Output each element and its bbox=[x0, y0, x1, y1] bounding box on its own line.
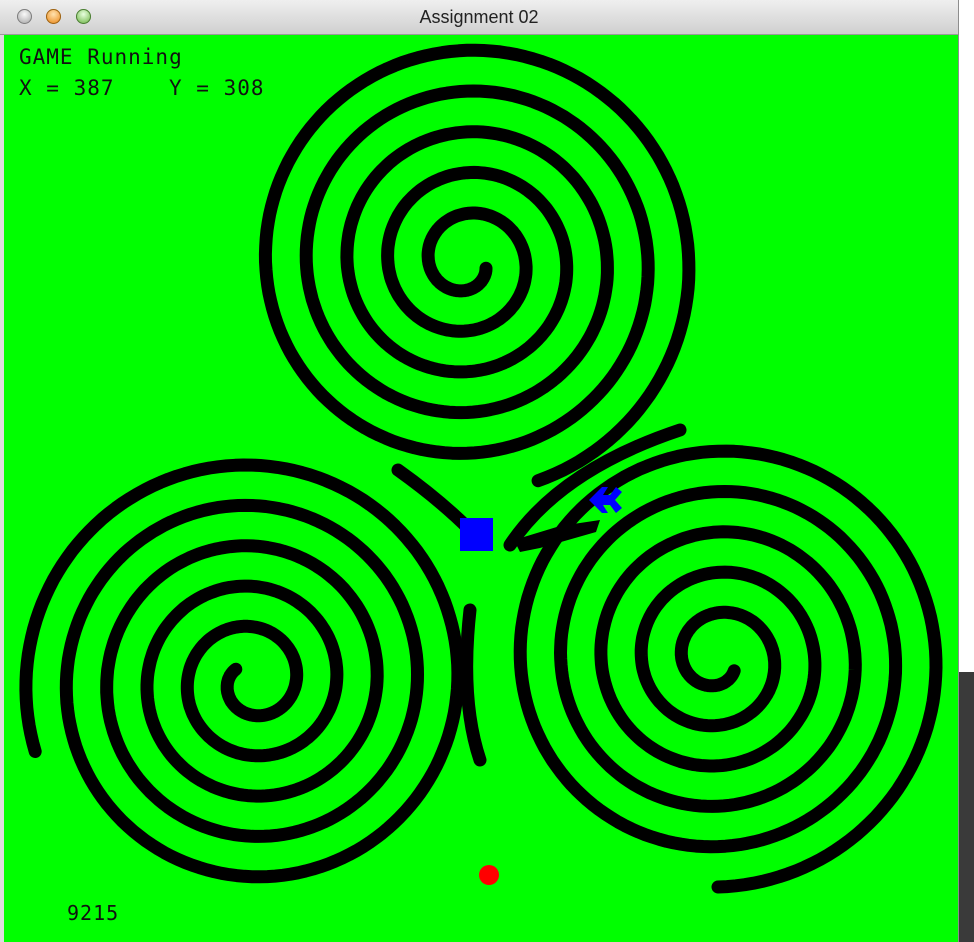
window-title: Assignment 02 bbox=[419, 7, 539, 27]
spiral-top bbox=[258, 43, 696, 488]
game-canvas[interactable]: GAME Running X = 387 Y = 308 9215 bbox=[4, 35, 958, 942]
game-status: GAME Running bbox=[19, 45, 183, 69]
player-square bbox=[460, 518, 493, 551]
maze-walls bbox=[19, 43, 943, 894]
maze-bridge-1 bbox=[391, 463, 477, 537]
spiral-maze bbox=[19, 43, 943, 894]
score-counter: 9215 bbox=[67, 901, 120, 925]
maze-bridge-2 bbox=[460, 603, 487, 767]
goal-dot bbox=[479, 865, 499, 885]
spiral-left bbox=[19, 458, 465, 884]
background-window-lower bbox=[958, 672, 974, 942]
x-coordinate: X = 387 bbox=[19, 76, 115, 100]
y-coordinate: Y = 308 bbox=[169, 76, 265, 100]
spiral-right bbox=[513, 444, 943, 894]
title-bar[interactable]: Assignment 02 bbox=[0, 0, 958, 35]
app-window: Assignment 02 GAME Running X = 387 Y = 3… bbox=[0, 0, 958, 942]
